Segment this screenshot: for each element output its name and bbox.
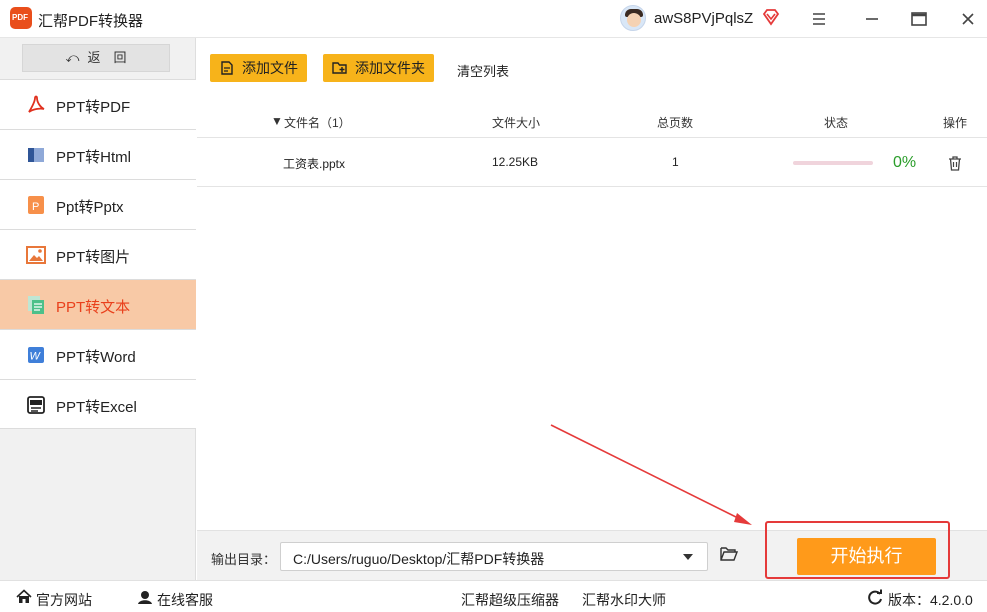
close-icon[interactable]: [955, 6, 981, 32]
trash-icon[interactable]: [947, 155, 963, 171]
watermark-link[interactable]: 汇帮水印大师: [582, 590, 666, 610]
back-button[interactable]: ⤺ 返 回: [22, 44, 170, 72]
add-file-button[interactable]: 添加文件: [210, 54, 307, 82]
refresh-icon[interactable]: [867, 589, 883, 605]
page-count: 1: [672, 155, 679, 169]
pdf-icon: [28, 95, 45, 113]
avatar[interactable]: [620, 5, 646, 31]
output-bar: 输出目录： C:/Users/ruguo/Desktop/汇帮PDF转换器 开始…: [197, 530, 987, 580]
customer-service-icon[interactable]: [137, 589, 153, 605]
vip-diamond-icon[interactable]: [762, 8, 780, 26]
header-action: 操作: [943, 116, 968, 130]
svg-text:W: W: [30, 351, 42, 363]
file-name: 工资表.pptx: [283, 157, 346, 171]
home-icon[interactable]: [16, 589, 32, 605]
status-bar: 官方网站 在线客服 汇帮超级压缩器 汇帮水印大师 版本：4.2.0.0: [0, 580, 987, 612]
add-file-label: 添加文件: [242, 60, 298, 76]
toolbar: 添加文件 添加文件夹 清空列表: [197, 38, 987, 96]
add-folder-button[interactable]: 添加文件夹: [323, 54, 434, 82]
sidebar-nav: PPT转PDF PPT转Html P Ppt转Pptx PPT转图片 PPT转文…: [0, 79, 196, 429]
compressor-link[interactable]: 汇帮超级压缩器: [461, 590, 559, 610]
sort-desc-icon[interactable]: ▼: [271, 114, 283, 128]
sidebar-item-ppt-to-word[interactable]: W PPT转Word: [0, 329, 196, 379]
username[interactable]: awS8PVjPqlsZ: [654, 10, 753, 27]
sidebar-item-ppt-to-pptx[interactable]: P Ppt转Pptx: [0, 179, 196, 229]
sidebar-item-label: PPT转图片: [56, 249, 131, 266]
app-title: 汇帮PDF转换器: [38, 13, 144, 30]
file-size: 12.25KB: [492, 155, 539, 169]
sidebar-item-label: PPT转Excel: [56, 399, 137, 416]
clear-list-button[interactable]: 清空列表: [457, 61, 509, 80]
sidebar-item-label: PPT转Word: [56, 349, 136, 366]
online-service-link[interactable]: 在线客服: [157, 590, 213, 610]
sidebar-item-label: PPT转文本: [56, 299, 131, 316]
progress-percent: 0%: [893, 154, 917, 171]
sidebar: ⤺ 返 回 PPT转PDF PPT转Html P Ppt转Pptx PPT转图片…: [0, 38, 196, 580]
chevron-down-icon: [683, 554, 693, 560]
svg-text:P: P: [32, 201, 39, 213]
word-icon: W: [28, 347, 44, 363]
image-icon: [26, 246, 46, 264]
sidebar-item-ppt-to-excel[interactable]: PPT转Excel: [0, 379, 196, 429]
start-button[interactable]: 开始执行: [797, 538, 936, 575]
header-size: 文件大小: [492, 116, 541, 130]
open-folder-icon[interactable]: [720, 546, 738, 562]
back-arrow-icon: ⤺: [65, 50, 80, 65]
sidebar-item-label: Ppt转Pptx: [56, 199, 124, 216]
add-folder-icon: [332, 62, 347, 74]
output-directory-label: 输出目录：: [211, 552, 277, 567]
pptx-icon: P: [28, 196, 44, 214]
back-label: 返 回: [87, 50, 127, 65]
minimize-icon[interactable]: [859, 6, 885, 32]
main-panel: 添加文件 添加文件夹 清空列表 ▼ 文件名（1） 文件大小 总页数 状态 操作 …: [197, 38, 987, 530]
html-icon: [28, 148, 44, 162]
table-row[interactable]: 工资表.pptx 12.25KB 1 0%: [197, 139, 987, 187]
app-logo-text: PDF: [12, 13, 28, 22]
app-logo-icon: PDF: [10, 7, 32, 29]
sidebar-item-label: PPT转PDF: [56, 99, 131, 116]
sidebar-item-ppt-to-image[interactable]: PPT转图片: [0, 229, 196, 279]
add-file-icon: [221, 61, 233, 75]
title-bar: PDF 汇帮PDF转换器 awS8PVjPqlsZ: [0, 0, 987, 38]
sidebar-item-ppt-to-text[interactable]: PPT转文本: [0, 279, 196, 329]
output-directory-value: C:/Users/ruguo/Desktop/汇帮PDF转换器: [293, 551, 545, 567]
sidebar-item-ppt-to-html[interactable]: PPT转Html: [0, 129, 196, 179]
header-pages: 总页数: [657, 116, 694, 130]
excel-icon: [27, 396, 45, 414]
maximize-icon[interactable]: [906, 6, 932, 32]
header-filename[interactable]: 文件名（1）: [284, 114, 351, 131]
text-icon: [28, 296, 44, 314]
progress-bar: [793, 161, 873, 165]
app-window: PDF 汇帮PDF转换器 awS8PVjPqlsZ ⤺ 返 回 PPT转PDF …: [0, 0, 987, 612]
menu-icon[interactable]: [806, 6, 832, 32]
sidebar-item-ppt-to-pdf[interactable]: PPT转PDF: [0, 79, 196, 129]
version-label: 版本：4.2.0.0: [888, 592, 973, 608]
table-header: ▼ 文件名（1） 文件大小 总页数 状态 操作: [197, 104, 987, 138]
add-folder-label: 添加文件夹: [355, 60, 425, 76]
header-status: 状态: [824, 116, 849, 130]
official-website-link[interactable]: 官方网站: [36, 590, 92, 610]
sidebar-item-label: PPT转Html: [56, 149, 132, 166]
output-directory-select[interactable]: C:/Users/ruguo/Desktop/汇帮PDF转换器: [280, 542, 708, 571]
